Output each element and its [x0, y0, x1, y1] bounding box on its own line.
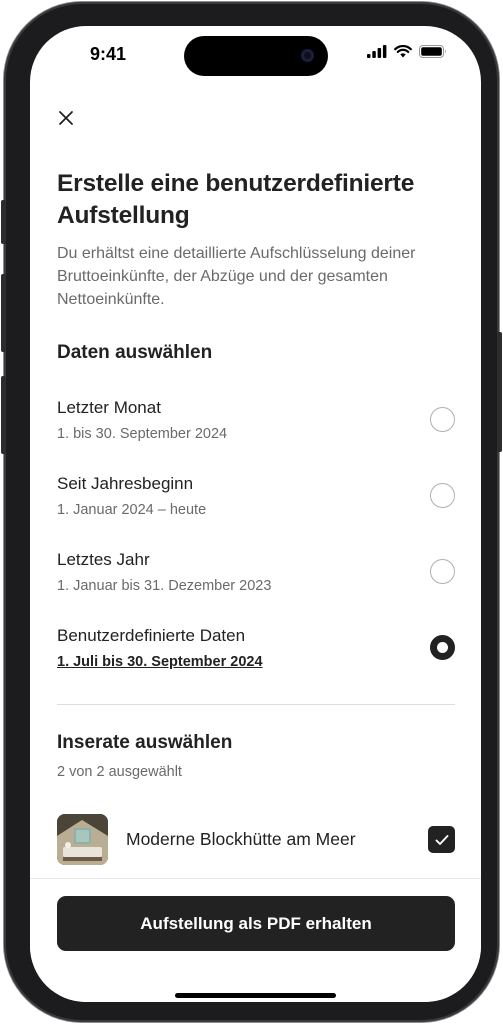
- app-screen: 9:41 Erstelle eine benutzerdefinierte Au…: [30, 26, 481, 1002]
- date-option-last-year[interactable]: Letztes Jahr 1. Januar bis 31. Dezember …: [57, 550, 455, 606]
- cabin-photo-icon: [57, 814, 108, 865]
- home-indicator[interactable]: [175, 993, 336, 998]
- date-option-range: 1. Januar 2024 – heute: [57, 502, 207, 518]
- date-option-label: Letzter Monat: [57, 398, 161, 417]
- dates-section-title: Daten auswählen: [57, 342, 213, 363]
- date-option-range: 1. bis 30. September 2024: [57, 426, 228, 442]
- status-bar: 9:41: [30, 26, 481, 80]
- phone-side-button: [497, 332, 502, 452]
- footer-bar: Aufstellung als PDF erhalten: [30, 878, 481, 1002]
- listing-selection-count: 2 von 2 ausgewählt: [57, 764, 182, 780]
- close-button[interactable]: [52, 104, 80, 132]
- date-option-custom[interactable]: Benutzerdefinierte Daten 1. Juli bis 30.…: [57, 626, 455, 682]
- listing-name: Moderne Blockhütte am Meer: [126, 829, 356, 849]
- phone-side-button: [1, 274, 6, 352]
- wifi-icon: [394, 45, 412, 58]
- camera-icon: [301, 49, 314, 62]
- status-icons: [367, 45, 447, 58]
- listings-section-title: Inserate auswählen: [57, 732, 233, 753]
- battery-icon: [419, 45, 446, 58]
- phone-side-button: [1, 200, 6, 244]
- get-pdf-button[interactable]: Aufstellung als PDF erhalten: [57, 896, 455, 951]
- date-option-label: Seit Jahresbeginn: [57, 474, 194, 493]
- dynamic-island: [184, 36, 328, 76]
- custom-date-range-link[interactable]: 1. Juli bis 30. September 2024: [57, 654, 263, 670]
- radio-button[interactable]: [430, 407, 455, 432]
- page-title: Erstelle eine benutzerdefinierte Aufstel…: [57, 170, 415, 229]
- radio-button[interactable]: [430, 483, 455, 508]
- listing-item[interactable]: Moderne Blockhütte am Meer: [57, 814, 455, 866]
- section-divider: [57, 704, 455, 705]
- status-time: 9:41: [90, 44, 127, 64]
- radio-button[interactable]: [430, 559, 455, 584]
- date-option-year-to-date[interactable]: Seit Jahresbeginn 1. Januar 2024 – heute: [57, 474, 455, 530]
- page-subtitle: Du erhältst eine detaillierte Aufschlüss…: [57, 245, 416, 308]
- phone-frame: 9:41 Erstelle eine benutzerdefinierte Au…: [1, 2, 502, 1022]
- radio-button-selected[interactable]: [430, 635, 455, 660]
- date-option-range: 1. Januar bis 31. Dezember 2023: [57, 578, 272, 594]
- phone-side-button: [1, 376, 6, 454]
- checkmark-icon: [435, 834, 448, 845]
- listing-checkbox[interactable]: [428, 826, 455, 853]
- close-icon: [59, 111, 73, 125]
- cellular-signal-icon: [367, 45, 387, 58]
- date-option-label: Benutzerdefinierte Daten: [57, 626, 246, 645]
- date-option-last-month[interactable]: Letzter Monat 1. bis 30. September 2024: [57, 398, 455, 454]
- date-option-label: Letztes Jahr: [57, 550, 150, 569]
- listing-thumbnail: [57, 814, 108, 865]
